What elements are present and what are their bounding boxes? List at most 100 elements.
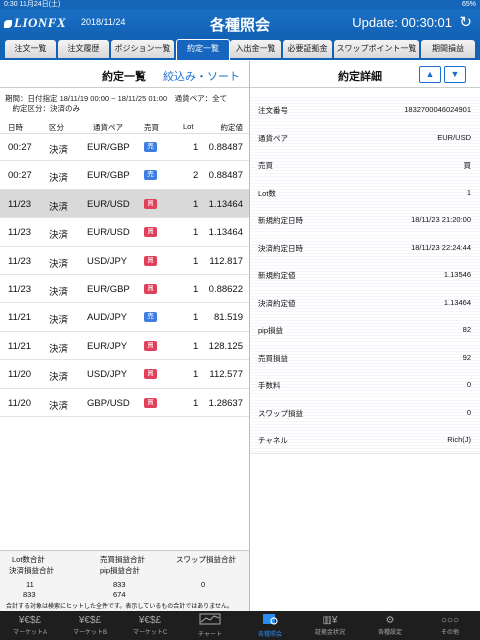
row-pair: EUR/JPY	[87, 340, 128, 352]
table-row[interactable]: 11/20 決済 GBP/USD 買 1 1.28637	[0, 389, 249, 417]
detail-row-open-time: 新規約定日時 18/11/23 21:20:00	[250, 205, 480, 234]
detail-row-open-price: 新規約定値 1.13546	[250, 260, 480, 289]
tab-market-b[interactable]: ¥€$£ マーケットB	[60, 611, 120, 640]
battery-level: 65%	[461, 1, 476, 8]
tab-label: チャート	[198, 632, 222, 638]
row-lot: 1	[193, 312, 199, 324]
row-time: 11/21	[8, 312, 32, 324]
row-time: 11/21	[8, 340, 32, 352]
tab-label: 証拠金状況	[314, 630, 345, 636]
row-category: 決済	[49, 173, 69, 185]
row-lot: 1	[193, 397, 199, 409]
table-row-selected[interactable]: 11/23 決済 EUR/USD 買 1 1.13464	[0, 189, 249, 219]
detail-label: 売買損益	[258, 353, 288, 363]
row-price: 1.28637	[208, 397, 243, 409]
row-category: 決済	[49, 286, 69, 298]
table-row[interactable]: 11/23 決済 EUR/USD 買 1 1.13464	[0, 218, 249, 247]
pip-total-value: 674	[113, 590, 126, 599]
detail-label: 新規約定値	[258, 271, 296, 280]
next-button[interactable]: ▼	[444, 66, 466, 83]
detail-label: 注文番号	[258, 106, 288, 115]
row-lot: 1	[193, 369, 199, 381]
detail-value: 1	[466, 187, 471, 197]
tab-strip: 注文一覧 注文履歴 ポジション一覧 約定一覧 入出金一覧 必要証拠金 スワップポ…	[0, 37, 480, 60]
status-time: 0:30 11月24日(土)	[4, 1, 61, 8]
table-row[interactable]: 11/20 決済 USD/JPY 買 1 112.577	[0, 360, 249, 389]
table-row[interactable]: 00:27 決済 EUR/GBP 売 2 0.88487	[0, 161, 249, 190]
detail-value: 18/11/23 21:20:00	[411, 215, 471, 224]
tab-order-list[interactable]: 注文一覧	[5, 40, 56, 58]
inquiry-icon	[240, 613, 300, 631]
detail-label: スワップ損益	[258, 408, 303, 418]
previous-button[interactable]: ▲	[419, 66, 441, 83]
detail-value: Rich(J)	[447, 435, 471, 444]
detail-label: 決済約定日時	[258, 243, 303, 253]
detail-value: EUR/USD	[437, 132, 471, 142]
buy-badge: 買	[144, 340, 157, 351]
row-lot: 1	[193, 198, 199, 210]
detail-value: 1.13546	[443, 270, 471, 279]
row-pair: EUR/GBP	[87, 170, 130, 182]
table-row[interactable]: 11/23 決済 USD/JPY 買 1 112.817	[0, 247, 249, 275]
refresh-icon[interactable]: ↻	[459, 13, 472, 31]
currency-icon: ¥€$£	[138, 615, 162, 626]
detail-row-close-time: 決済約定日時 18/11/23 22:24:44	[250, 232, 480, 261]
buy-badge: 買	[144, 255, 157, 266]
tab-inquiry[interactable]: 各種照会	[240, 611, 300, 640]
table-row[interactable]: 11/21 決済 EUR/JPY 買 1 128.125	[0, 332, 249, 361]
table-row[interactable]: 11/21 決済 AUD/JPY 売 1 81.519	[0, 303, 249, 332]
row-category: 決済	[49, 201, 69, 213]
row-pair: GBP/USD	[87, 397, 130, 409]
tab-label: 各種設定	[377, 630, 402, 636]
app-header: LIONFX 2018/11/24 各種照会 Update: 00:30:01 …	[0, 10, 480, 37]
lot-total-label: Lot数合計	[12, 555, 45, 564]
tab-chart[interactable]: チャート	[180, 611, 240, 640]
row-pair: EUR/GBP	[87, 142, 130, 153]
tab-period-pl[interactable]: 期間損益	[421, 40, 475, 58]
detail-row-lot: Lot数 1	[250, 177, 480, 206]
tab-position-list[interactable]: ポジション一覧	[111, 40, 174, 58]
list-title: 約定一覧	[102, 71, 146, 83]
tab-required-margin[interactable]: 必要証拠金	[283, 40, 332, 58]
detail-label: チャネル	[258, 436, 288, 445]
tab-margin-status[interactable]: ▥¥ 証拠金状況	[300, 611, 360, 640]
tab-swap-list[interactable]: スワップポイント一覧	[334, 40, 419, 58]
row-price: 1.13464	[208, 227, 243, 239]
row-lot: 1	[193, 340, 199, 352]
row-lot: 1	[193, 142, 199, 153]
tab-market-c[interactable]: ¥€$£ マーケットC	[120, 611, 180, 640]
tab-settings[interactable]: ⚙ 各種設定	[360, 611, 420, 640]
filter-conditions: 期間：日付指定 18/11/19 00:00 ~ 18/11/25 01:00 …	[5, 94, 247, 114]
row-price: 112.817	[209, 255, 243, 267]
tab-deposit-list[interactable]: 入出金一覧	[230, 40, 281, 58]
tab-order-history[interactable]: 注文履歴	[58, 40, 109, 58]
filter-sort-link[interactable]: 絞込み・ソート	[163, 68, 240, 84]
detail-value: 1832700046024901	[404, 105, 471, 114]
more-icon: ○○○	[440, 615, 460, 626]
row-category: 決済	[49, 230, 69, 242]
execution-rows: 00:27 決済 EUR/GBP 売 1 0.88487 00:27 決済 EU…	[0, 133, 249, 417]
execution-detail-pane: 約定詳細 ▲ ▼ 注文番号 1832700046024901 通貨ペア EUR/US…	[250, 61, 480, 611]
tab-execution-list[interactable]: 約定一覧	[176, 39, 230, 60]
detail-value: 82	[462, 325, 471, 334]
table-row[interactable]: 11/23 決済 EUR/GBP 買 1 0.88622	[0, 275, 249, 304]
settings-icon: ⚙	[385, 615, 395, 626]
row-price: 0.88487	[208, 170, 243, 182]
tab-other[interactable]: ○○○ その他	[420, 611, 480, 640]
detail-label: 手数料	[258, 381, 281, 390]
tab-market-a[interactable]: ¥€$£ マーケットA	[0, 611, 60, 640]
tab-label: マーケットA	[12, 630, 47, 636]
table-row[interactable]: 00:27 決済 EUR/GBP 売 1 0.88487	[0, 133, 249, 162]
sell-badge: 売	[144, 170, 157, 181]
lot-total-value: 11	[26, 580, 34, 589]
col-time: 日時	[8, 123, 23, 132]
row-time: 11/23	[8, 198, 32, 210]
pip-total-label: pip損益合計	[100, 566, 141, 575]
row-category: 決済	[49, 343, 69, 355]
detail-value: 0	[466, 380, 471, 389]
row-time: 11/20	[8, 397, 32, 409]
buy-badge: 買	[144, 369, 157, 380]
condition-line-1: 期間：日付指定 18/11/19 00:00 ~ 18/11/25 01:00 …	[5, 94, 228, 103]
detail-header: 約定詳細 ▲ ▼	[250, 61, 480, 88]
bottom-tab-bar: ¥€$£ マーケットA ¥€$£ マーケットB ¥€$£ マーケットC チャート 各種…	[0, 611, 480, 640]
